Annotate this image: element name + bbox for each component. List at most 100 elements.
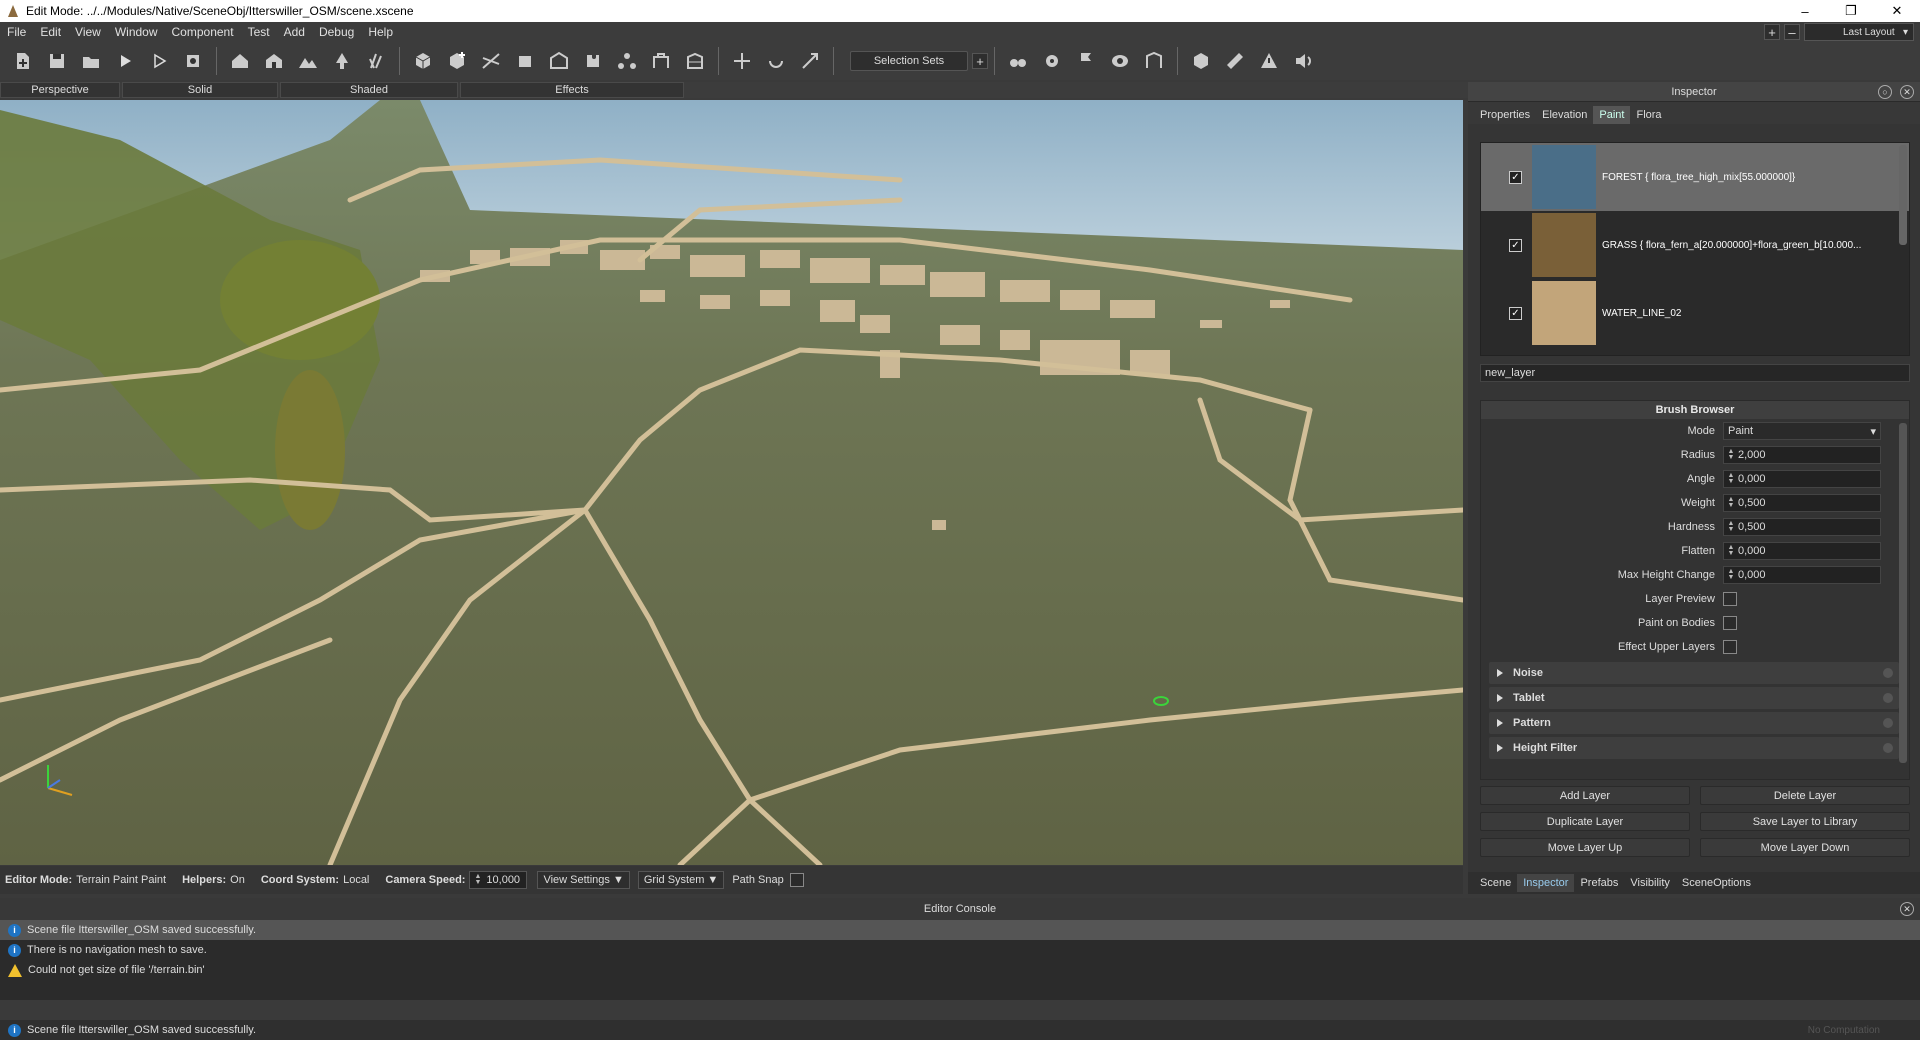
play-outline-icon[interactable] bbox=[145, 47, 173, 75]
layer-list-scrollbar[interactable] bbox=[1899, 145, 1907, 245]
menu-test[interactable]: Test bbox=[241, 25, 277, 39]
layer-visible-checkbox[interactable]: ✓ bbox=[1509, 170, 1522, 184]
list-item[interactable]: ✓ WATER_LINE_02 bbox=[1481, 279, 1909, 347]
tab-paint[interactable]: Paint bbox=[1593, 106, 1631, 124]
mode-select[interactable]: Paint ▾ bbox=[1723, 422, 1881, 440]
effects-tab[interactable]: Effects bbox=[460, 82, 684, 98]
tab-scene[interactable]: Scene bbox=[1474, 874, 1517, 892]
gizmo-icon[interactable] bbox=[1140, 47, 1168, 75]
menu-window[interactable]: Window bbox=[108, 25, 165, 39]
move-icon[interactable] bbox=[728, 47, 756, 75]
puzzle-icon[interactable] bbox=[579, 47, 607, 75]
menu-edit[interactable]: Edit bbox=[33, 25, 68, 39]
play-icon[interactable] bbox=[111, 47, 139, 75]
height-filter-section[interactable]: Height Filter bbox=[1489, 737, 1899, 759]
flatten-input[interactable]: ▲ ▼ 0,000 bbox=[1723, 542, 1881, 560]
add-layer-button[interactable]: Add Layer bbox=[1480, 786, 1690, 805]
helpers-value[interactable]: On bbox=[230, 874, 245, 886]
new-scene-icon[interactable] bbox=[9, 47, 37, 75]
list-item[interactable]: ✓ FOREST { flora_tree_high_mix[55.000000… bbox=[1481, 143, 1909, 211]
list-item[interactable]: ✓ GRASS { flora_fern_a[20.000000]+flora_… bbox=[1481, 211, 1909, 279]
build-icon[interactable] bbox=[179, 47, 207, 75]
network-icon[interactable] bbox=[613, 47, 641, 75]
weight-input[interactable]: ▲ ▼ 0,500 bbox=[1723, 494, 1881, 512]
menu-debug[interactable]: Debug bbox=[312, 25, 361, 39]
layer-visible-checkbox[interactable]: ✓ bbox=[1509, 306, 1522, 320]
pin-icon[interactable]: ○ bbox=[1878, 85, 1892, 99]
maximize-button[interactable]: ❐ bbox=[1828, 3, 1874, 19]
mesh-icon[interactable] bbox=[545, 47, 573, 75]
section-toggle-icon[interactable] bbox=[1883, 718, 1893, 728]
delete-layer-button[interactable]: Delete Layer bbox=[1700, 786, 1910, 805]
tablet-section[interactable]: Tablet bbox=[1489, 687, 1899, 709]
console-message[interactable]: i There is no navigation mesh to save. bbox=[0, 940, 1920, 960]
open-folder-icon[interactable] bbox=[77, 47, 105, 75]
pattern-section[interactable]: Pattern bbox=[1489, 712, 1899, 734]
remove-layout-button[interactable]: – bbox=[1784, 24, 1800, 40]
layout-select[interactable]: Last Layout ▾ bbox=[1804, 23, 1914, 41]
scale-icon[interactable] bbox=[796, 47, 824, 75]
tab-elevation[interactable]: Elevation bbox=[1536, 106, 1593, 124]
selection-sets-dropdown[interactable]: Selection Sets bbox=[850, 51, 968, 71]
scene-viewport[interactable] bbox=[0, 100, 1463, 865]
menu-component[interactable]: Component bbox=[165, 25, 241, 39]
console-message[interactable]: Could not get size of file '/terrain.bin… bbox=[0, 960, 1920, 980]
tree-icon[interactable] bbox=[328, 47, 356, 75]
camera-icon[interactable] bbox=[1106, 47, 1134, 75]
console-message[interactable]: i Scene file Itterswiller_OSM saved succ… bbox=[0, 920, 1920, 940]
flora-icon[interactable] bbox=[362, 47, 390, 75]
tab-visibility[interactable]: Visibility bbox=[1624, 874, 1676, 892]
structure-icon[interactable] bbox=[647, 47, 675, 75]
radius-input[interactable]: ▲ ▼ 2,000 bbox=[1723, 446, 1881, 464]
camera-speed-input[interactable]: ▲ ▼ 10,000 bbox=[469, 871, 528, 889]
menu-file[interactable]: File bbox=[0, 25, 33, 39]
move-layer-down-button[interactable]: Move Layer Down bbox=[1700, 838, 1910, 857]
close-button[interactable]: ✕ bbox=[1874, 3, 1920, 19]
sound-icon[interactable] bbox=[1289, 47, 1317, 75]
layer-name-input[interactable]: new_layer bbox=[1480, 364, 1910, 382]
menu-view[interactable]: View bbox=[68, 25, 108, 39]
paint-on-bodies-checkbox[interactable] bbox=[1723, 616, 1737, 630]
warning-search-icon[interactable] bbox=[1255, 47, 1283, 75]
settings-gear-icon[interactable] bbox=[1038, 47, 1066, 75]
add-selection-set-button[interactable]: + bbox=[972, 53, 988, 69]
ruler-icon[interactable] bbox=[1221, 47, 1249, 75]
close-console-icon[interactable]: ✕ bbox=[1900, 902, 1914, 916]
menu-add[interactable]: Add bbox=[277, 25, 312, 39]
rotate-icon[interactable] bbox=[762, 47, 790, 75]
grid-system-button[interactable]: Grid System ▼ bbox=[637, 871, 725, 889]
coord-system-value[interactable]: Local bbox=[343, 874, 369, 886]
close-panel-icon[interactable]: ✕ bbox=[1900, 85, 1914, 99]
effect-upper-layers-checkbox[interactable] bbox=[1723, 640, 1737, 654]
brush-browser-scrollbar[interactable] bbox=[1899, 423, 1907, 763]
section-toggle-icon[interactable] bbox=[1883, 743, 1893, 753]
path-snap-checkbox[interactable] bbox=[789, 873, 804, 887]
duplicate-layer-button[interactable]: Duplicate Layer bbox=[1480, 812, 1690, 831]
path-icon[interactable] bbox=[477, 47, 505, 75]
save-icon[interactable] bbox=[43, 47, 71, 75]
flag-icon[interactable] bbox=[1072, 47, 1100, 75]
angle-input[interactable]: ▲ ▼ 0,000 bbox=[1723, 470, 1881, 488]
tab-inspector[interactable]: Inspector bbox=[1517, 874, 1575, 892]
max-height-change-input[interactable]: ▲ ▼ 0,000 bbox=[1723, 566, 1881, 584]
shaded-tab[interactable]: Shaded bbox=[280, 82, 458, 98]
section-toggle-icon[interactable] bbox=[1883, 693, 1893, 703]
solid-tab[interactable]: Solid bbox=[122, 82, 278, 98]
grid-object-icon[interactable] bbox=[681, 47, 709, 75]
binoculars-icon[interactable] bbox=[1004, 47, 1032, 75]
view-settings-button[interactable]: View Settings ▼ bbox=[537, 871, 630, 889]
noise-section[interactable]: Noise bbox=[1489, 662, 1899, 684]
box-icon[interactable] bbox=[511, 47, 539, 75]
tab-properties[interactable]: Properties bbox=[1474, 106, 1536, 124]
tab-flora[interactable]: Flora bbox=[1630, 106, 1667, 124]
house-icon[interactable] bbox=[226, 47, 254, 75]
tab-sceneoptions[interactable]: SceneOptions bbox=[1676, 874, 1757, 892]
layer-preview-checkbox[interactable] bbox=[1723, 592, 1737, 606]
package-icon[interactable] bbox=[1187, 47, 1215, 75]
tab-prefabs[interactable]: Prefabs bbox=[1574, 874, 1624, 892]
layer-visible-checkbox[interactable]: ✓ bbox=[1509, 238, 1522, 252]
cube-add-icon[interactable] bbox=[443, 47, 471, 75]
perspective-tab[interactable]: Perspective bbox=[0, 82, 120, 98]
add-layout-button[interactable]: + bbox=[1764, 24, 1780, 40]
minimize-button[interactable]: – bbox=[1782, 4, 1828, 19]
